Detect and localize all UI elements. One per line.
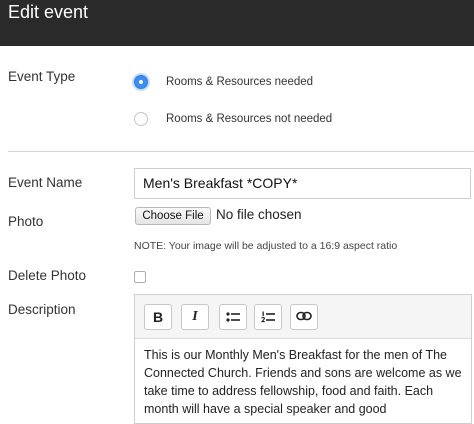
delete-photo-checkbox[interactable]: [134, 271, 146, 283]
page-header: Edit event: [0, 0, 474, 46]
numbered-list-icon[interactable]: [254, 304, 282, 330]
photo-label: Photo: [8, 214, 44, 229]
radio-rooms-not-needed-label[interactable]: Rooms & Resources not needed: [166, 113, 332, 125]
radio-rooms-needed[interactable]: [134, 75, 148, 89]
radio-rooms-not-needed[interactable]: [134, 112, 148, 126]
event-name-input[interactable]: Men's Breakfast *COPY*: [134, 168, 471, 199]
editor-toolbar: B I: [135, 295, 471, 339]
photo-aspect-note: NOTE: Your image will be adjusted to a 1…: [134, 240, 398, 252]
page-title: Edit event: [8, 2, 89, 22]
radio-rooms-needed-label[interactable]: Rooms & Resources needed: [166, 76, 313, 88]
choose-file-button[interactable]: Choose File: [135, 207, 211, 225]
event-type-label: Event Type: [8, 69, 76, 84]
event-name-label: Event Name: [8, 175, 83, 190]
bulleted-list-icon[interactable]: [219, 304, 247, 330]
description-text[interactable]: This is our Monthly Men's Breakfast for …: [144, 346, 466, 418]
section-divider: [8, 151, 474, 152]
bold-icon[interactable]: B: [144, 304, 172, 330]
description-editor[interactable]: B I This is our Monthly Men's Breakfast …: [134, 294, 472, 424]
link-icon[interactable]: [290, 304, 318, 330]
file-status-text: No file chosen: [216, 207, 302, 222]
italic-icon[interactable]: I: [181, 304, 209, 330]
delete-photo-label: Delete Photo: [8, 268, 87, 283]
description-label: Description: [8, 302, 76, 317]
